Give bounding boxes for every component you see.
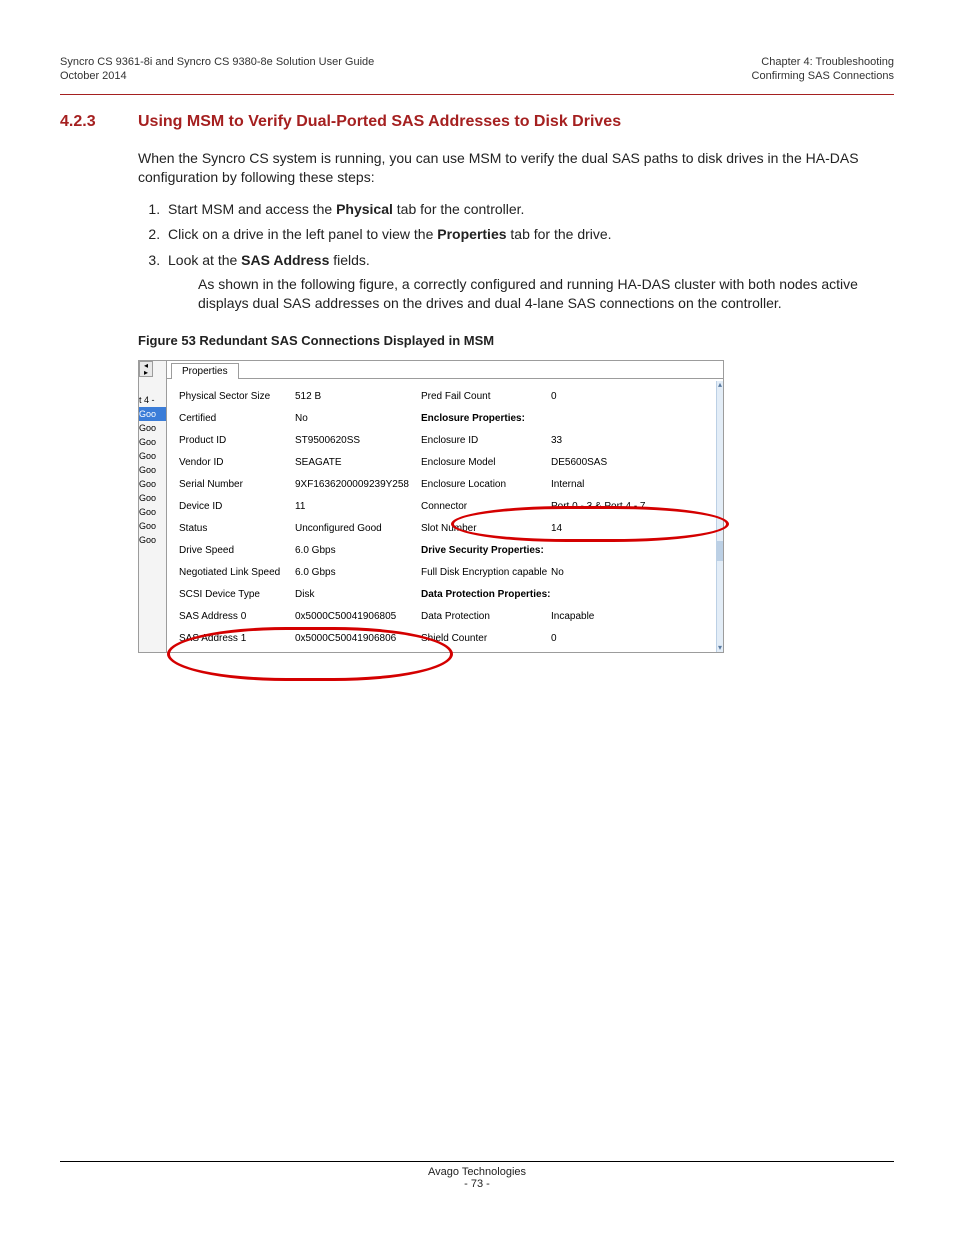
prop-value: Port 0 - 3 & Port 4 - 7: [551, 501, 661, 512]
section-number: 4.2.3: [60, 113, 138, 131]
prop-value: ST9500620SS: [295, 435, 421, 446]
prop-label: Drive Speed: [179, 545, 295, 556]
section-heading: 4.2.3 Using MSM to Verify Dual-Ported SA…: [60, 113, 894, 131]
tree-item[interactable]: Goo: [139, 435, 166, 449]
prop-value: 512 B: [295, 391, 421, 402]
section-label: Confirming SAS Connections: [752, 69, 894, 83]
prop-label: Shield Counter: [421, 633, 551, 644]
prop-value: No: [551, 567, 661, 578]
prop-value: No: [295, 413, 421, 424]
header-rule: [60, 94, 894, 95]
prop-value: DE5600SAS: [551, 457, 661, 468]
body-content: When the Syncro CS system is running, yo…: [138, 149, 894, 350]
chapter-label: Chapter 4: Troubleshooting: [752, 55, 894, 69]
prop-value: 0x5000C50041906806: [295, 633, 421, 644]
scroll-thumb[interactable]: [717, 541, 723, 561]
prop-label: Vendor ID: [179, 457, 295, 468]
scroll-up-icon[interactable]: ▴: [716, 381, 724, 389]
steps-list: Start MSM and access the Physical tab fo…: [138, 200, 894, 314]
prop-label: Device ID: [179, 501, 295, 512]
vertical-scrollbar[interactable]: ▴ ▾: [716, 381, 723, 652]
tree-item[interactable]: Goo: [139, 421, 166, 435]
doc-title: Syncro CS 9361-8i and Syncro CS 9380-8e …: [60, 55, 374, 69]
prop-label: Enclosure Model: [421, 457, 551, 468]
prop-label: Slot Number: [421, 523, 551, 534]
page-header: Syncro CS 9361-8i and Syncro CS 9380-8e …: [60, 55, 894, 84]
prop-value: 6.0 Gbps: [295, 567, 421, 578]
step-3: Look at the SAS Address fields. As shown…: [164, 251, 894, 314]
doc-date: October 2014: [60, 69, 374, 83]
prop-label: Status: [179, 523, 295, 534]
prop-value: 9XF1636200009239Y258: [295, 479, 421, 490]
properties-tab[interactable]: Properties: [171, 363, 239, 379]
page-footer: Avago Technologies - 73 -: [60, 1161, 894, 1190]
tree-item[interactable]: Goo: [139, 477, 166, 491]
prop-label: SAS Address 1: [179, 633, 295, 644]
pane-collapse-handle[interactable]: ◂▸: [139, 361, 153, 377]
prop-value: 33: [551, 435, 661, 446]
properties-grid: Physical Sector Size 512 B Pred Fail Cou…: [167, 379, 723, 652]
prop-label: Connector: [421, 501, 551, 512]
prop-label: SCSI Device Type: [179, 589, 295, 600]
prop-heading: Data Protection Properties:: [421, 589, 551, 600]
prop-value: Internal: [551, 479, 661, 490]
prop-label: Product ID: [179, 435, 295, 446]
prop-value: Unconfigured Good: [295, 523, 421, 534]
prop-label: Pred Fail Count: [421, 391, 551, 402]
footer-company: Avago Technologies: [60, 1166, 894, 1178]
tree-item[interactable]: Goo: [139, 491, 166, 505]
msm-screenshot: ◂▸ t 4 - Goo Goo Goo Goo Goo Goo Goo Goo…: [138, 360, 724, 653]
tree-slot[interactable]: t 4 -: [139, 393, 166, 407]
scroll-down-icon[interactable]: ▾: [716, 644, 724, 652]
prop-value: SEAGATE: [295, 457, 421, 468]
intro-paragraph: When the Syncro CS system is running, yo…: [138, 149, 894, 188]
prop-label: Negotiated Link Speed: [179, 567, 295, 578]
prop-heading: Drive Security Properties:: [421, 545, 551, 556]
prop-heading: Enclosure Properties:: [421, 413, 551, 424]
step-note: As shown in the following figure, a corr…: [198, 275, 894, 314]
prop-label: Certified: [179, 413, 295, 424]
prop-label: Serial Number: [179, 479, 295, 490]
prop-value: 0: [551, 633, 661, 644]
tree-item[interactable]: Goo: [139, 533, 166, 547]
prop-label: SAS Address 0: [179, 611, 295, 622]
prop-value: Incapable: [551, 611, 661, 622]
prop-label: Enclosure Location: [421, 479, 551, 490]
tree-item[interactable]: Goo: [139, 463, 166, 477]
prop-label: Full Disk Encryption capable: [421, 567, 551, 578]
msm-tree-panel[interactable]: t 4 - Goo Goo Goo Goo Goo Goo Goo Goo Go…: [139, 361, 167, 652]
prop-label: Data Protection: [421, 611, 551, 622]
prop-value: Disk: [295, 589, 421, 600]
prop-label: Physical Sector Size: [179, 391, 295, 402]
prop-value: 14: [551, 523, 661, 534]
tree-item[interactable]: Goo: [139, 505, 166, 519]
tree-item[interactable]: Goo: [139, 449, 166, 463]
tree-item-selected[interactable]: Goo: [139, 407, 166, 421]
prop-value: 0x5000C50041906805: [295, 611, 421, 622]
footer-page: - 73 -: [60, 1178, 894, 1190]
prop-value: 0: [551, 391, 661, 402]
prop-value: 6.0 Gbps: [295, 545, 421, 556]
step-1: Start MSM and access the Physical tab fo…: [164, 200, 894, 220]
figure-caption: Figure 53 Redundant SAS Connections Disp…: [138, 332, 894, 350]
tree-item[interactable]: Goo: [139, 519, 166, 533]
prop-value: 11: [295, 501, 421, 512]
section-title: Using MSM to Verify Dual-Ported SAS Addr…: [138, 113, 621, 131]
prop-label: Enclosure ID: [421, 435, 551, 446]
step-2: Click on a drive in the left panel to vi…: [164, 225, 894, 245]
